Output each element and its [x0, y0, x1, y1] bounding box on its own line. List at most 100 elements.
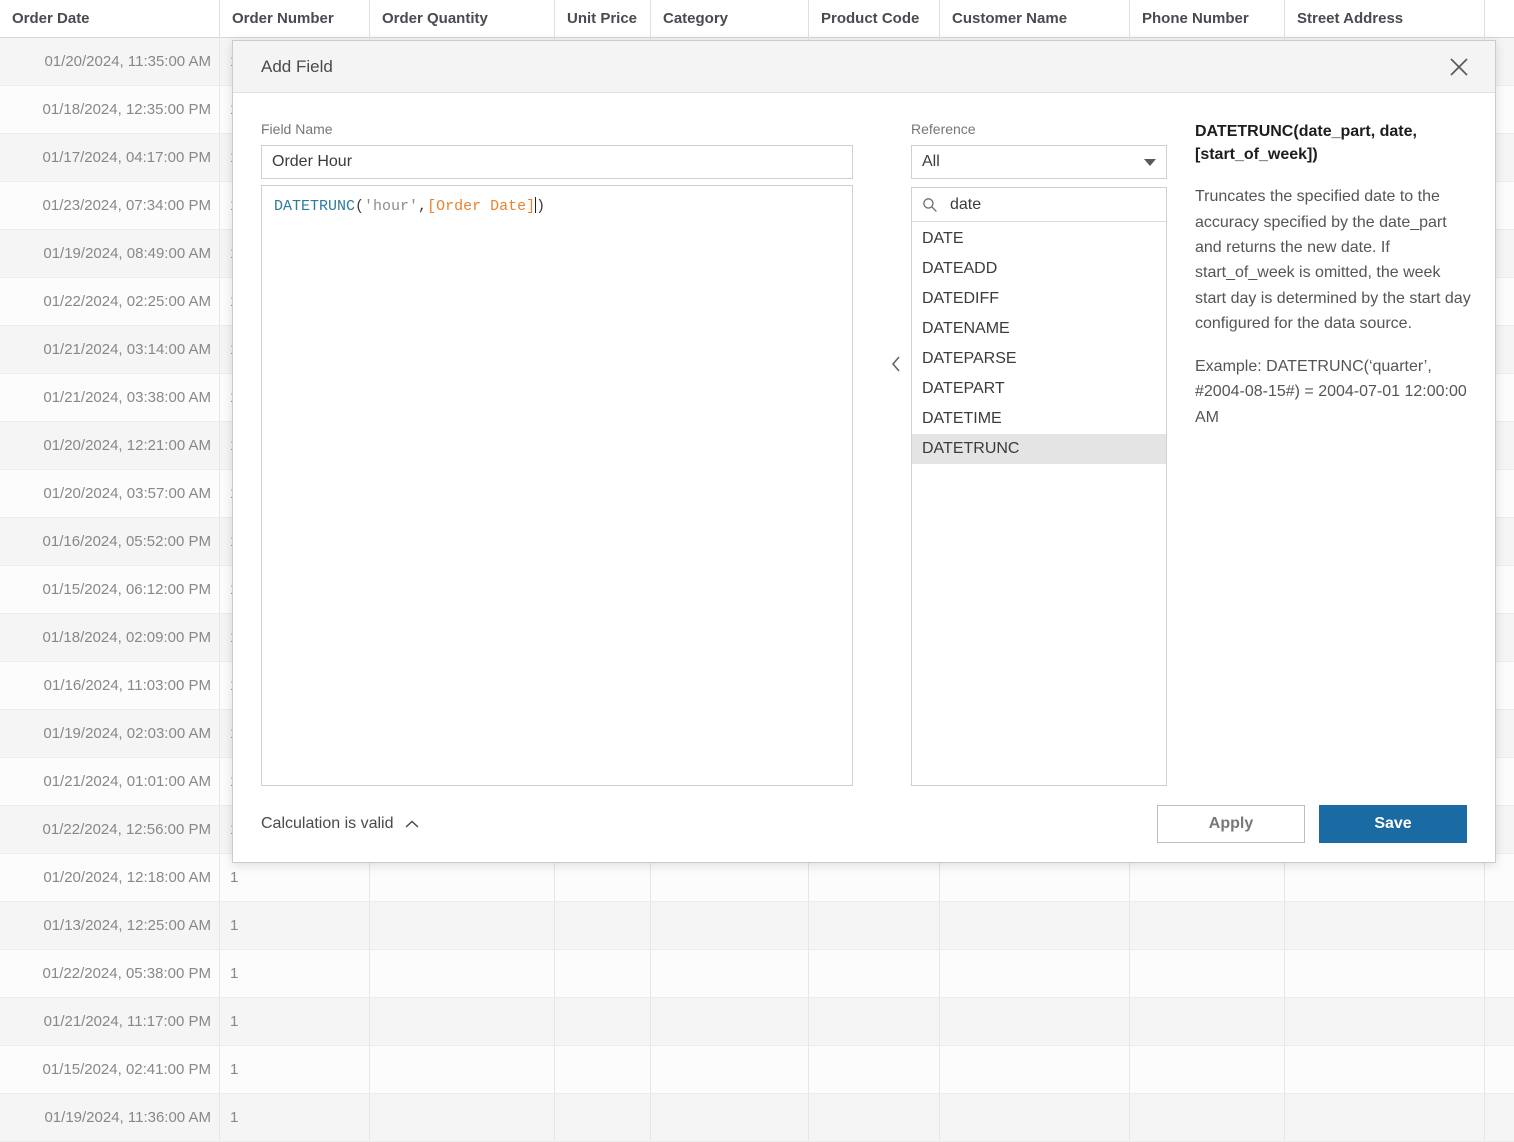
table-cell[interactable]: 1 — [220, 902, 370, 949]
table-cell[interactable]: 01/20/2024, 03:57:00 AM — [0, 470, 220, 517]
table-cell[interactable]: 01/22/2024, 02:25:00 AM — [0, 278, 220, 325]
reference-list-item[interactable]: DATE — [912, 224, 1166, 254]
reference-list-item[interactable]: DATEPART — [912, 374, 1166, 404]
table-cell[interactable] — [809, 1094, 940, 1141]
chevron-left-icon[interactable] — [881, 121, 911, 786]
reference-filter-select[interactable]: All — [911, 145, 1167, 179]
table-cell[interactable]: 01/21/2024, 03:38:00 AM — [0, 374, 220, 421]
table-cell[interactable]: 01/15/2024, 02:41:00 PM — [0, 1046, 220, 1093]
table-cell[interactable] — [1285, 1094, 1485, 1141]
table-cell[interactable]: 1 — [220, 950, 370, 997]
table-cell[interactable]: 01/20/2024, 12:21:00 AM — [0, 422, 220, 469]
table-cell[interactable]: 01/21/2024, 11:17:00 PM — [0, 998, 220, 1045]
reference-list-item[interactable]: DATENAME — [912, 314, 1166, 344]
table-row[interactable]: 01/21/2024, 11:17:00 PM1 — [0, 998, 1514, 1046]
table-cell[interactable]: 01/18/2024, 02:09:00 PM — [0, 614, 220, 661]
close-icon[interactable] — [1439, 47, 1479, 87]
reference-list-item[interactable]: DATETRUNC — [912, 434, 1166, 464]
table-cell[interactable]: 01/21/2024, 03:14:00 AM — [0, 326, 220, 373]
apply-button[interactable]: Apply — [1157, 805, 1305, 843]
table-cell[interactable] — [940, 950, 1130, 997]
table-cell[interactable] — [651, 1046, 809, 1093]
table-cell[interactable]: 01/22/2024, 05:38:00 PM — [0, 950, 220, 997]
table-cell[interactable] — [809, 950, 940, 997]
table-cell[interactable]: 01/15/2024, 06:12:00 PM — [0, 566, 220, 613]
table-cell[interactable] — [809, 998, 940, 1045]
table-cell[interactable] — [809, 1046, 940, 1093]
dialog-titlebar: Add Field — [233, 41, 1495, 93]
table-row[interactable]: 01/13/2024, 12:25:00 AM1 — [0, 902, 1514, 950]
table-cell[interactable] — [651, 950, 809, 997]
table-cell[interactable]: 01/19/2024, 02:03:00 AM — [0, 710, 220, 757]
table-cell[interactable] — [1285, 902, 1485, 949]
reference-search-input[interactable] — [948, 195, 1156, 215]
formula-input[interactable]: DATETRUNC('hour',[Order Date]) — [261, 185, 853, 786]
search-icon — [922, 197, 938, 213]
table-cell[interactable] — [940, 902, 1130, 949]
table-cell[interactable] — [370, 1046, 555, 1093]
table-cell[interactable] — [555, 902, 651, 949]
column-header[interactable]: Order Date — [0, 0, 220, 38]
table-cell[interactable] — [1130, 902, 1285, 949]
table-cell[interactable]: 01/16/2024, 05:52:00 PM — [0, 518, 220, 565]
table-cell[interactable] — [940, 1094, 1130, 1141]
column-header[interactable]: Product Code — [809, 0, 940, 38]
table-cell[interactable] — [1130, 950, 1285, 997]
table-cell[interactable] — [555, 950, 651, 997]
table-cell[interactable]: 01/19/2024, 11:36:00 AM — [0, 1094, 220, 1141]
table-cell[interactable]: 01/16/2024, 11:03:00 PM — [0, 662, 220, 709]
table-cell[interactable] — [651, 998, 809, 1045]
table-cell[interactable] — [1130, 1094, 1285, 1141]
table-cell[interactable] — [555, 1094, 651, 1141]
table-cell[interactable]: 01/21/2024, 01:01:00 AM — [0, 758, 220, 805]
column-header[interactable]: Unit Price — [555, 0, 651, 38]
column-header[interactable]: Customer Name — [940, 0, 1130, 38]
table-cell[interactable] — [940, 998, 1130, 1045]
field-name-input[interactable] — [261, 145, 853, 179]
table-cell[interactable]: 01/19/2024, 08:49:00 AM — [0, 230, 220, 277]
table-cell[interactable]: 1 — [220, 998, 370, 1045]
table-cell[interactable] — [370, 950, 555, 997]
table-cell[interactable] — [370, 1094, 555, 1141]
table-cell[interactable] — [1285, 998, 1485, 1045]
column-header[interactable]: Phone Number — [1130, 0, 1285, 38]
table-row[interactable]: 01/19/2024, 11:36:00 AM1 — [0, 1094, 1514, 1142]
table-row[interactable]: 01/22/2024, 05:38:00 PM1 — [0, 950, 1514, 998]
reference-list-item[interactable]: DATEPARSE — [912, 344, 1166, 374]
reference-function-list[interactable]: DATEDATEADDDATEDIFFDATENAMEDATEPARSEDATE… — [912, 222, 1166, 785]
table-cell[interactable]: 01/20/2024, 12:18:00 AM — [0, 854, 220, 901]
table-cell[interactable] — [555, 1046, 651, 1093]
table-cell[interactable]: 01/18/2024, 12:35:00 PM — [0, 86, 220, 133]
reference-list-item[interactable]: DATETIME — [912, 404, 1166, 434]
table-cell[interactable]: 1 — [220, 1046, 370, 1093]
column-header[interactable]: Street Address — [1285, 0, 1485, 38]
column-header[interactable]: Category — [651, 0, 809, 38]
table-cell[interactable] — [651, 902, 809, 949]
table-row[interactable]: 01/15/2024, 02:41:00 PM1 — [0, 1046, 1514, 1094]
table-cell[interactable] — [370, 998, 555, 1045]
column-header[interactable]: Order Quantity — [370, 0, 555, 38]
dialog-title: Add Field — [261, 57, 1439, 77]
table-cell[interactable]: 1 — [220, 1094, 370, 1141]
table-cell[interactable] — [370, 902, 555, 949]
table-cell[interactable]: 01/13/2024, 12:25:00 AM — [0, 902, 220, 949]
chevron-up-icon — [404, 819, 420, 830]
reference-list-item[interactable]: DATEDIFF — [912, 284, 1166, 314]
table-cell[interactable] — [651, 1094, 809, 1141]
table-cell[interactable] — [555, 998, 651, 1045]
table-cell[interactable] — [809, 902, 940, 949]
table-cell[interactable] — [1130, 998, 1285, 1045]
table-cell[interactable] — [1285, 950, 1485, 997]
reference-pane: Reference All DATEDATEADDDATEDIFFDATENAM… — [911, 121, 1167, 786]
reference-list-item[interactable]: DATEADD — [912, 254, 1166, 284]
column-header[interactable]: Order Number — [220, 0, 370, 38]
table-cell[interactable]: 01/22/2024, 12:56:00 PM — [0, 806, 220, 853]
table-cell[interactable]: 01/23/2024, 07:34:00 PM — [0, 182, 220, 229]
table-cell[interactable]: 01/20/2024, 11:35:00 AM — [0, 38, 220, 85]
table-cell[interactable] — [1130, 1046, 1285, 1093]
table-cell[interactable] — [1285, 1046, 1485, 1093]
table-cell[interactable]: 01/17/2024, 04:17:00 PM — [0, 134, 220, 181]
save-button[interactable]: Save — [1319, 805, 1467, 843]
table-cell[interactable] — [940, 1046, 1130, 1093]
validation-status[interactable]: Calculation is valid — [261, 815, 420, 833]
